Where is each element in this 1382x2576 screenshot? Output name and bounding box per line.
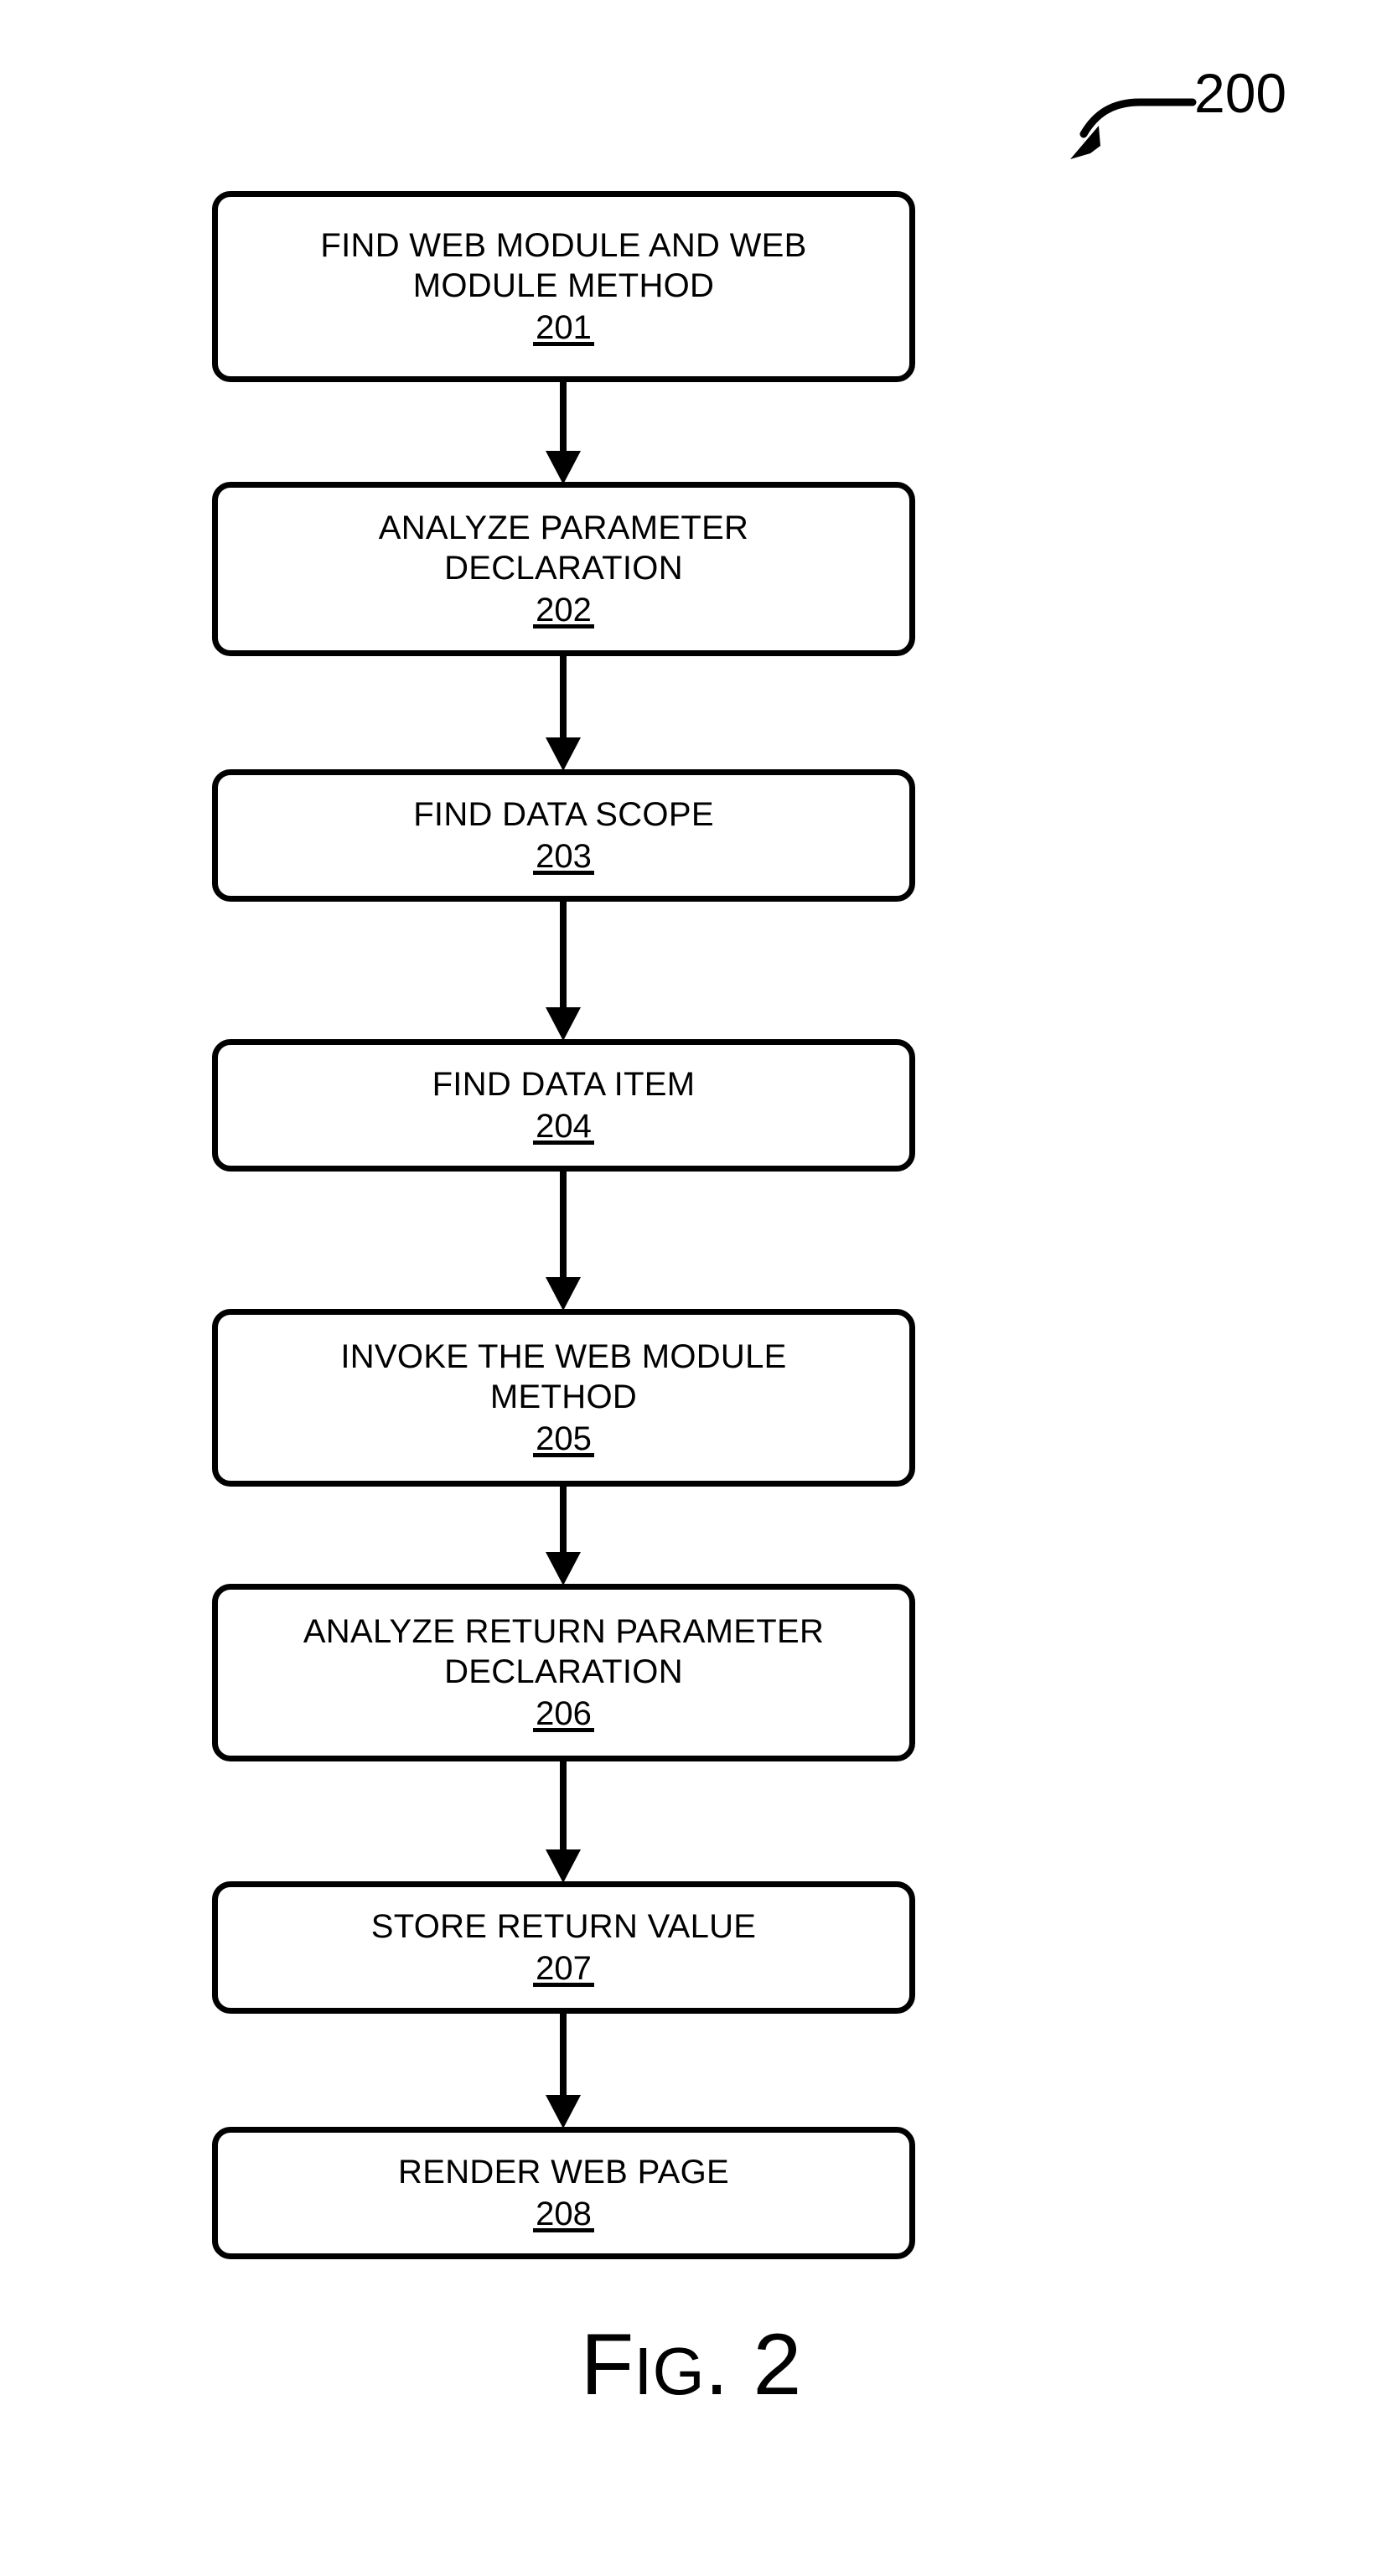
flow-node-205-numeral: 205: [533, 1419, 594, 1459]
figure-reference-callout: 200: [1052, 65, 1337, 174]
flow-node-208-numeral: 208: [533, 2194, 594, 2234]
flow-node-206-numeral: 206: [533, 1694, 594, 1734]
flow-node-203-numeral: 203: [533, 836, 594, 877]
flow-node-208[interactable]: RENDER WEB PAGE 208: [212, 2127, 915, 2259]
flow-node-207-numeral: 207: [533, 1948, 594, 1989]
flow-node-205-title: INVOKE THE WEB MODULE METHOD: [340, 1338, 787, 1415]
patent-figure-page: 200 FIND WEB MODULE AND WEB MODULE METHO…: [0, 0, 1382, 2576]
figure-caption-lead: F: [580, 2316, 634, 2413]
flow-node-204[interactable]: FIND DATA ITEM 204: [212, 1039, 915, 1172]
flow-node-201-title: FIND WEB MODULE AND WEB MODULE METHOD: [320, 227, 807, 304]
flow-node-207[interactable]: STORE RETURN VALUE 207: [212, 1881, 915, 2014]
flow-node-204-numeral: 204: [533, 1106, 594, 1146]
flow-node-202-numeral: 202: [533, 590, 594, 630]
flow-node-201-numeral: 201: [533, 308, 594, 348]
flow-node-208-title: RENDER WEB PAGE: [398, 2154, 729, 2191]
figure-caption: FIG. 2: [0, 2321, 1382, 2408]
figure-caption-small: IG: [634, 2334, 705, 2408]
figure-caption-tail: . 2: [704, 2316, 802, 2413]
flow-node-205[interactable]: INVOKE THE WEB MODULE METHOD 205: [212, 1309, 915, 1487]
flow-node-202[interactable]: ANALYZE PARAMETER DECLARATION 202: [212, 482, 915, 656]
figure-reference-number: 200: [1194, 62, 1287, 124]
flow-node-207-title: STORE RETURN VALUE: [370, 1908, 757, 1945]
flow-node-204-title: FIND DATA ITEM: [432, 1066, 696, 1103]
flow-node-206[interactable]: ANALYZE RETURN PARAMETER DECLARATION 206: [212, 1584, 915, 1761]
flow-node-203[interactable]: FIND DATA SCOPE 203: [212, 769, 915, 902]
flow-node-202-title: ANALYZE PARAMETER DECLARATION: [378, 510, 749, 587]
flow-node-206-title: ANALYZE RETURN PARAMETER DECLARATION: [303, 1613, 825, 1690]
flow-node-203-title: FIND DATA SCOPE: [413, 796, 714, 833]
flow-node-201[interactable]: FIND WEB MODULE AND WEB MODULE METHOD 20…: [212, 191, 915, 382]
